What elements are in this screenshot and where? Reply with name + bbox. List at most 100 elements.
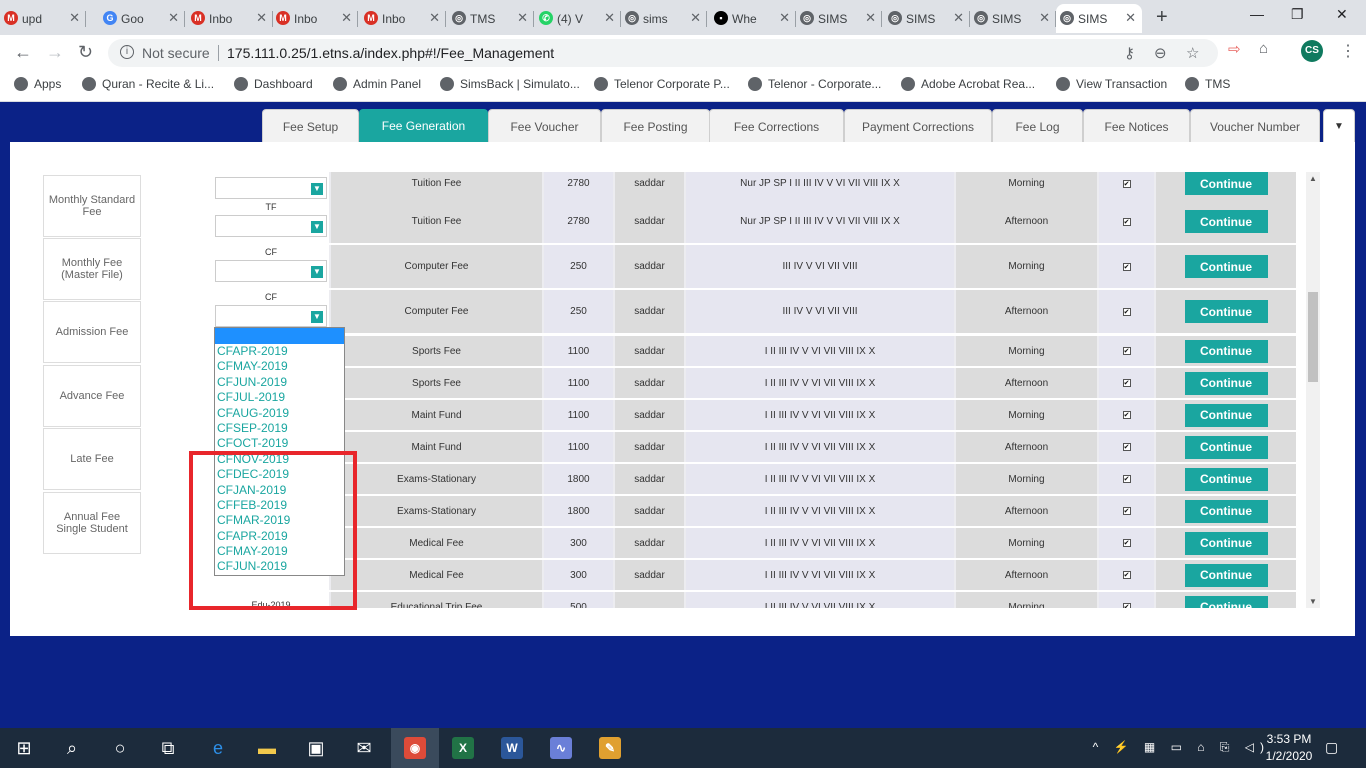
continue-button[interactable]: Continue bbox=[1184, 563, 1268, 587]
tab-fee-generation[interactable]: Fee Generation bbox=[359, 109, 488, 143]
row-checkbox[interactable]: ✔ bbox=[1122, 443, 1131, 451]
close-tab-icon[interactable]: ✕ bbox=[779, 10, 790, 26]
sidebar-item[interactable]: Advance Fee bbox=[43, 365, 141, 427]
row-checkbox[interactable]: ✔ bbox=[1122, 307, 1131, 316]
tab-fee-voucher[interactable]: Fee Voucher bbox=[488, 109, 601, 143]
close-tab-icon[interactable]: ✕ bbox=[517, 10, 528, 26]
clock-time[interactable]: 3:53 PM bbox=[1260, 732, 1318, 746]
tab-overflow-dropdown[interactable]: ▼ bbox=[1323, 109, 1355, 143]
tab-fee-corrections[interactable]: Fee Corrections bbox=[709, 109, 844, 143]
row-checkbox[interactable]: ✔ bbox=[1122, 217, 1131, 226]
scroll-up-icon[interactable]: ▲ bbox=[1309, 174, 1317, 183]
tab-fee-posting[interactable]: Fee Posting bbox=[601, 109, 710, 143]
continue-button[interactable]: Continue bbox=[1184, 467, 1268, 491]
dropdown-option[interactable]: CFJUL-2019 bbox=[215, 390, 344, 405]
dropdown-option[interactable]: CFAUG-2019 bbox=[215, 406, 344, 421]
file-explorer-icon[interactable]: ▬ bbox=[255, 736, 279, 760]
close-tab-icon[interactable]: ✕ bbox=[1125, 10, 1136, 26]
fee-code-select[interactable]: ▼ bbox=[215, 215, 327, 237]
dropdown-option[interactable]: CFSEP-2019 bbox=[215, 421, 344, 436]
fee-code-select[interactable]: ▼ bbox=[215, 260, 327, 282]
forward-icon[interactable]: → bbox=[46, 42, 64, 63]
close-tab-icon[interactable]: ✕ bbox=[256, 10, 267, 26]
search-icon[interactable]: ⌕ bbox=[60, 736, 84, 760]
browser-tab[interactable]: ◎ SIMS ✕ bbox=[970, 4, 1056, 33]
row-checkbox[interactable]: ✔ bbox=[1122, 379, 1131, 387]
close-tab-icon[interactable]: ✕ bbox=[1039, 10, 1050, 26]
close-tab-icon[interactable]: ✕ bbox=[69, 10, 80, 26]
sidebar-item[interactable]: Annual Fee Single Student bbox=[43, 492, 141, 554]
browser-tab[interactable]: ◎ SIMS ✕ bbox=[1056, 4, 1142, 33]
browser-tab[interactable]: G Goo ✕ bbox=[99, 4, 185, 33]
url-text[interactable]: 175.111.0.25/1.etns.a/index.php#!/Fee_Ma… bbox=[227, 45, 554, 61]
bookmark-item[interactable]: Admin Panel bbox=[333, 77, 421, 91]
chrome-app[interactable]: ◉ bbox=[391, 728, 439, 768]
close-window-icon[interactable]: ✕ bbox=[1336, 6, 1348, 23]
bookmark-item[interactable]: Adobe Acrobat Rea... bbox=[901, 77, 1035, 91]
close-tab-icon[interactable]: ✕ bbox=[168, 10, 179, 26]
bookmark-item[interactable]: Telenor Corporate P... bbox=[594, 77, 730, 91]
avatar[interactable]: CS bbox=[1301, 40, 1323, 62]
row-checkbox[interactable]: ✔ bbox=[1122, 539, 1131, 547]
reload-icon[interactable]: ↻ bbox=[78, 42, 93, 63]
key-icon[interactable]: ⚷ bbox=[1124, 44, 1135, 62]
row-checkbox[interactable]: ✔ bbox=[1122, 507, 1131, 515]
bookmark-item[interactable]: Dashboard bbox=[234, 77, 313, 91]
new-tab-button[interactable]: + bbox=[1156, 6, 1168, 29]
row-checkbox[interactable]: ✔ bbox=[1122, 475, 1131, 483]
scroll-thumb[interactable] bbox=[1308, 292, 1318, 382]
fee-code-select[interactable]: ▼ bbox=[215, 177, 327, 199]
row-checkbox[interactable]: ✔ bbox=[1122, 411, 1131, 419]
continue-button[interactable]: Continue bbox=[1184, 300, 1268, 323]
bookmark-item[interactable]: Telenor - Corporate... bbox=[748, 77, 881, 91]
row-checkbox[interactable]: ✔ bbox=[1122, 603, 1131, 608]
address-bar[interactable]: i Not secure 175.111.0.25/1.etns.a/index… bbox=[108, 39, 1218, 67]
browser-tab[interactable]: M Inbo ✕ bbox=[187, 4, 273, 33]
continue-button[interactable]: Continue bbox=[1184, 210, 1268, 233]
tab-voucher-number[interactable]: Voucher Number bbox=[1190, 109, 1320, 143]
row-checkbox[interactable]: ✔ bbox=[1122, 262, 1131, 271]
continue-button[interactable]: Continue bbox=[1184, 595, 1268, 608]
sidebar-item[interactable]: Admission Fee bbox=[43, 301, 141, 363]
browser-tab[interactable]: ◎ sims ✕ bbox=[621, 4, 707, 33]
info-icon[interactable]: i bbox=[120, 45, 134, 59]
continue-button[interactable]: Continue bbox=[1184, 255, 1268, 278]
chevron-down-icon[interactable]: ▼ bbox=[311, 311, 323, 323]
clock-date[interactable]: 1/2/2020 bbox=[1260, 749, 1318, 763]
close-tab-icon[interactable]: ✕ bbox=[953, 10, 964, 26]
edge-icon[interactable]: e bbox=[206, 736, 230, 760]
continue-button[interactable]: Continue bbox=[1184, 403, 1268, 427]
browser-tab[interactable]: ◎ TMS ✕ bbox=[448, 4, 534, 33]
minimize-icon[interactable]: — bbox=[1250, 6, 1264, 22]
dropdown-option[interactable]: CFJUN-2019 bbox=[215, 375, 344, 390]
close-tab-icon[interactable]: ✕ bbox=[341, 10, 352, 26]
chevron-down-icon[interactable]: ▼ bbox=[311, 266, 323, 278]
restore-icon[interactable]: ❐ bbox=[1291, 6, 1304, 23]
dolphin-app[interactable]: ∿ bbox=[537, 728, 585, 768]
dropdown-option[interactable]: CFOCT-2019 bbox=[215, 436, 344, 451]
fee-code-select[interactable]: ▼ bbox=[215, 305, 327, 327]
sidebar-item[interactable]: Late Fee bbox=[43, 428, 141, 490]
sidebar-item[interactable]: Monthly Standard Fee bbox=[43, 175, 141, 237]
continue-button[interactable]: Continue bbox=[1184, 531, 1268, 555]
browser-tab[interactable]: ✆ (4) V ✕ bbox=[535, 4, 621, 33]
chevron-down-icon[interactable]: ▼ bbox=[311, 183, 323, 195]
close-tab-icon[interactable]: ✕ bbox=[429, 10, 440, 26]
continue-button[interactable]: Continue bbox=[1184, 172, 1268, 195]
camera-icon[interactable]: ⌂ bbox=[1259, 40, 1268, 57]
mail-icon[interactable]: ✉ bbox=[352, 736, 376, 760]
menu-kebab-icon[interactable]: ⋮ bbox=[1340, 41, 1356, 61]
row-checkbox[interactable]: ✔ bbox=[1122, 347, 1131, 355]
browser-tab[interactable]: M Inbo ✕ bbox=[272, 4, 358, 33]
close-tab-icon[interactable]: ✕ bbox=[865, 10, 876, 26]
back-icon[interactable]: ← bbox=[14, 42, 32, 63]
bookmark-star-icon[interactable]: ☆ bbox=[1186, 44, 1199, 62]
notification-icon[interactable]: ▢ bbox=[1325, 739, 1338, 756]
cortana-icon[interactable]: ○ bbox=[108, 736, 132, 760]
store-icon[interactable]: ▣ bbox=[304, 736, 328, 760]
row-checkbox[interactable]: ✔ bbox=[1122, 179, 1131, 188]
table-scrollbar[interactable]: ▲ ▼ bbox=[1306, 172, 1320, 608]
chevron-down-icon[interactable]: ▼ bbox=[311, 221, 323, 233]
bookmark-item[interactable]: Apps bbox=[14, 77, 61, 91]
close-tab-icon[interactable]: ✕ bbox=[690, 10, 701, 26]
